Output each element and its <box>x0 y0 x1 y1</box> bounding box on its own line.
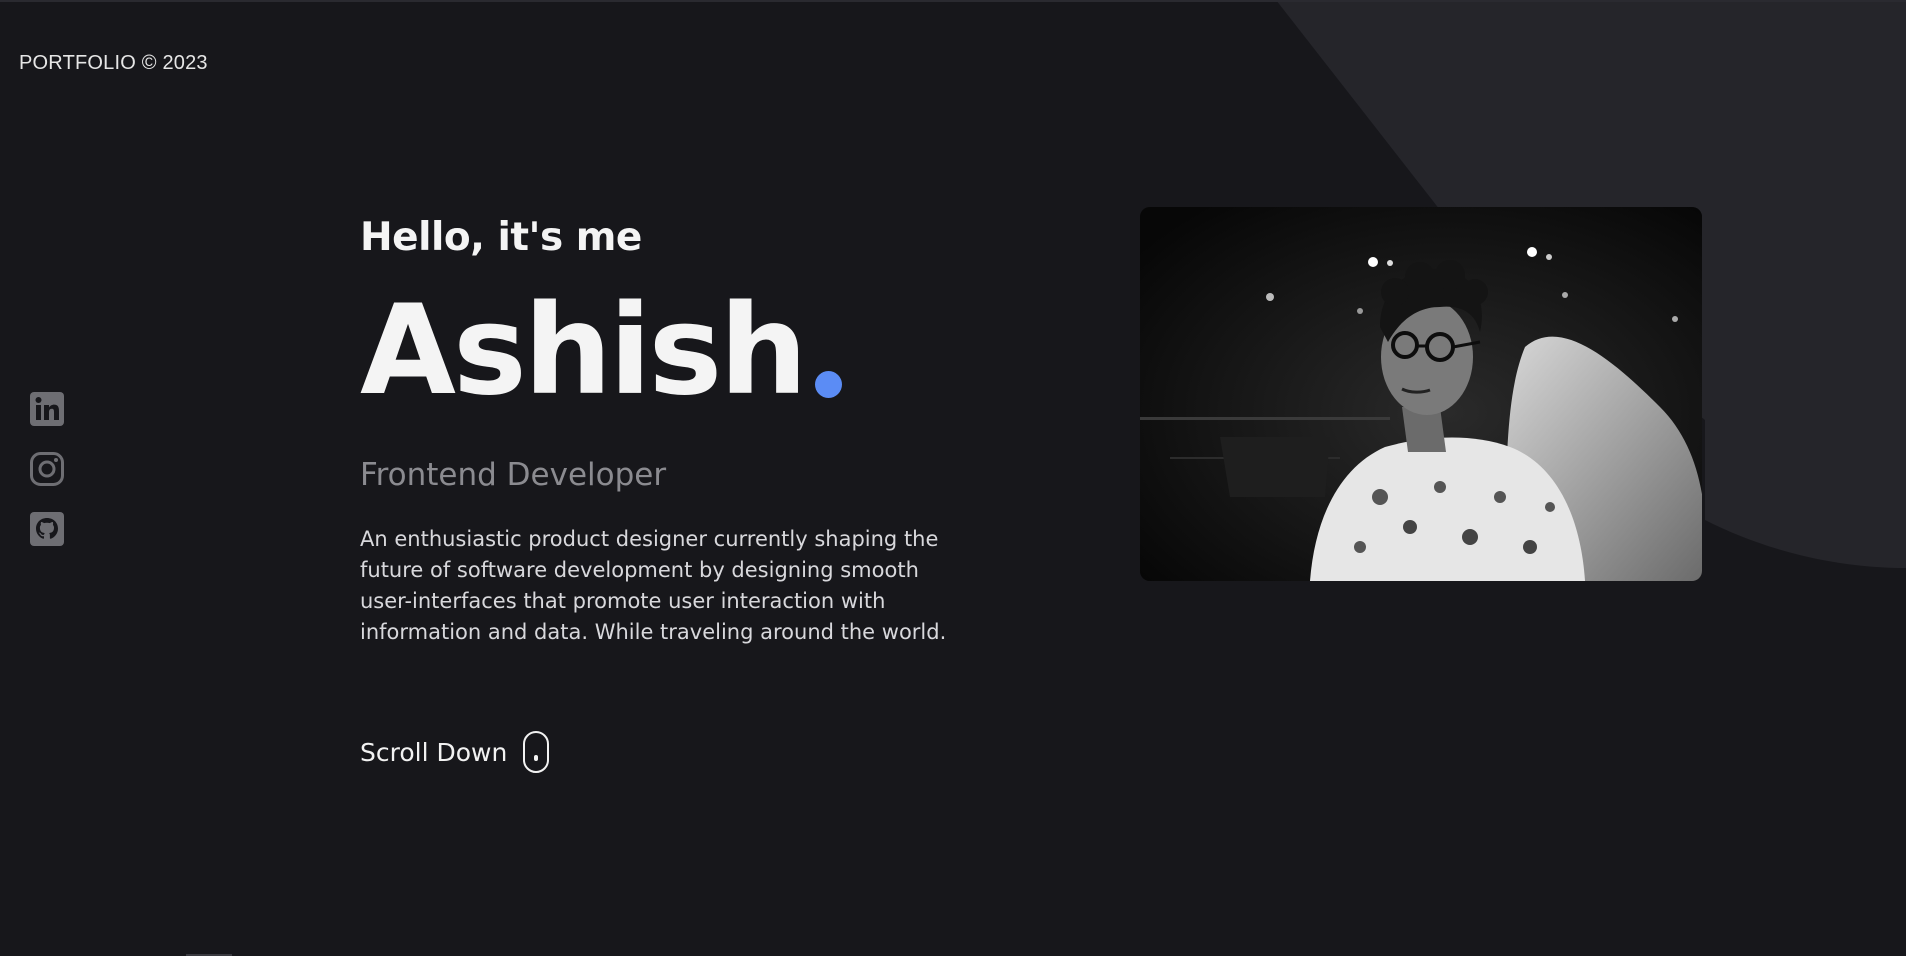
portrait-image <box>1140 207 1702 581</box>
social-links <box>29 391 65 547</box>
name-heading: Ashish <box>360 279 808 423</box>
hero-section: Hello, it's me Ashish Frontend Developer… <box>360 210 980 773</box>
greeting-heading: Hello, it's me <box>360 215 642 260</box>
linkedin-icon <box>30 392 64 426</box>
scroll-down-label: Scroll Down <box>360 737 508 767</box>
github-icon <box>30 512 64 546</box>
instagram-icon <box>30 452 64 486</box>
top-border <box>0 0 1906 2</box>
name-row: Ashish <box>360 286 980 416</box>
profile-photo <box>1140 207 1702 581</box>
instagram-link[interactable] <box>29 451 65 487</box>
mouse-scroll-icon <box>523 731 550 773</box>
linkedin-link[interactable] <box>29 391 65 427</box>
bio-paragraph: An enthusiastic product designer current… <box>360 527 947 644</box>
accent-dot <box>814 371 842 398</box>
github-link[interactable] <box>29 511 65 547</box>
scroll-down-button[interactable]: Scroll Down <box>360 731 550 773</box>
brand-text: PORTFOLIO © 2023 <box>19 52 208 74</box>
role-subtitle: Frontend Developer <box>360 457 667 493</box>
